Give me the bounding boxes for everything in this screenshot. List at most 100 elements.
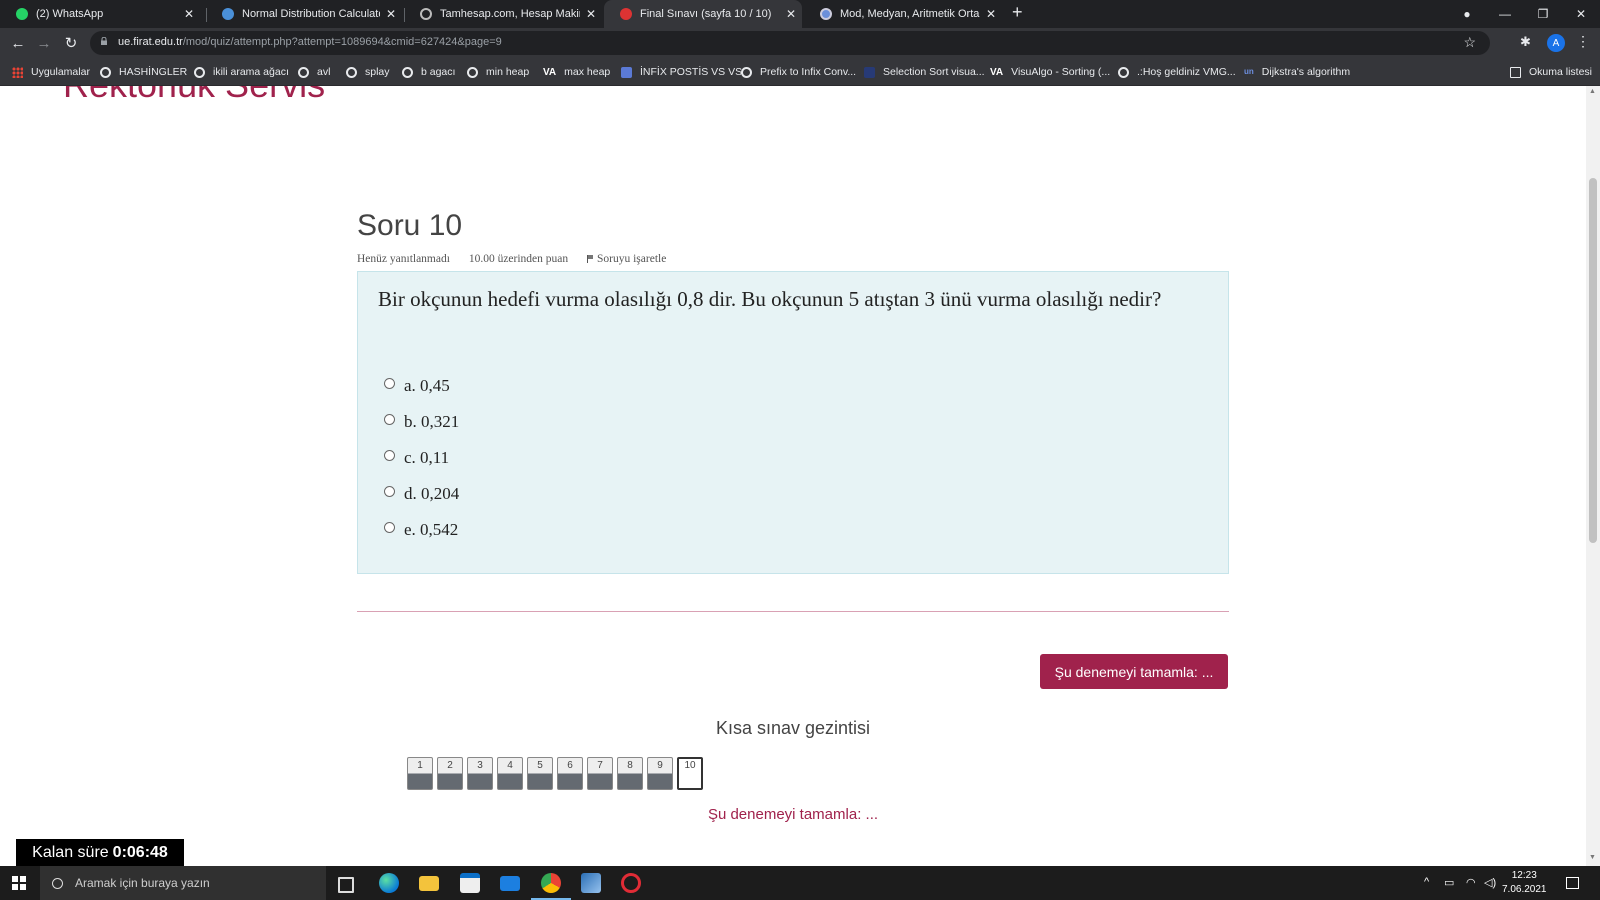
- quiz-nav-button-3[interactable]: 3: [467, 757, 493, 790]
- system-clock[interactable]: 12:23 7.06.2021: [1502, 869, 1547, 897]
- reading-list[interactable]: Okuma listesi: [1510, 58, 1592, 86]
- quiz-nav-button-5[interactable]: 5: [527, 757, 553, 790]
- quiz-nav-button-6[interactable]: 6: [557, 757, 583, 790]
- bookmark-infix-postfix[interactable]: İNFİX POSTİS VS VS: [621, 58, 742, 86]
- mail-icon[interactable]: [500, 876, 520, 891]
- visualgo-icon: VA: [543, 66, 557, 78]
- battery-icon[interactable]: ▭: [1444, 876, 1454, 889]
- finish-attempt-link[interactable]: Şu denemeyi tamamla: ...: [357, 806, 1229, 823]
- tray-chevron-icon[interactable]: ^: [1424, 876, 1429, 888]
- taskbar-search[interactable]: Aramak için buraya yazın: [40, 866, 326, 900]
- bookmark-prefix-to-infix[interactable]: Prefix to Infix Conv...: [741, 58, 856, 86]
- tab-mod-medyan[interactable]: Mod, Medyan, Aritmetik Ortalam… ✕: [804, 0, 1002, 28]
- globe-icon: [100, 66, 111, 78]
- close-icon[interactable]: ✕: [780, 7, 802, 21]
- forward-icon[interactable]: →: [33, 32, 55, 54]
- quiz-nav-button-1[interactable]: 1: [407, 757, 433, 790]
- quiz-timer: Kalan süre 0:06:48: [16, 839, 184, 866]
- bookmark-uygulamalar[interactable]: Uygulamalar: [12, 58, 90, 86]
- address-bar[interactable]: ue.firat.edu.tr/mod/quiz/attempt.php?att…: [90, 31, 1490, 55]
- bookmark-max-heap[interactable]: VA max heap: [543, 58, 610, 86]
- opera-icon[interactable]: [621, 873, 641, 893]
- tab-normal-distribution[interactable]: Normal Distribution Calculator | … ✕: [206, 0, 402, 28]
- bookmark-vmg[interactable]: .:Hoş geldiniz VMG...: [1118, 58, 1236, 86]
- media-control-icon[interactable]: ●: [1448, 0, 1486, 28]
- minimize-icon[interactable]: —: [1486, 0, 1524, 28]
- visualgo-icon: VA: [990, 66, 1004, 78]
- volume-icon[interactable]: ◁): [1484, 876, 1496, 889]
- wifi-icon[interactable]: ◠: [1466, 876, 1476, 889]
- radio-button[interactable]: [384, 521, 395, 533]
- page-scrollbar[interactable]: ▲ ▼: [1586, 86, 1600, 866]
- reload-icon[interactable]: ↻: [60, 32, 82, 54]
- edge-icon[interactable]: [379, 873, 399, 893]
- tab-whatsapp[interactable]: (2) WhatsApp ✕: [0, 0, 200, 28]
- answer-option-e[interactable]: e. 0,542: [384, 520, 458, 540]
- globe-icon: [194, 66, 205, 78]
- answer-option-b[interactable]: b. 0,321: [384, 412, 459, 432]
- radio-button[interactable]: [384, 449, 395, 461]
- question-box: Bir okçunun hedefi vurma olasılığı 0,8 d…: [357, 271, 1229, 574]
- bookmarks-bar: Uygulamalar HASHİNGLER ikili arama ağacı…: [0, 58, 1600, 86]
- store-icon[interactable]: [460, 873, 480, 893]
- site-title[interactable]: Rektörlük Servis: [63, 86, 325, 106]
- quiz-nav-button-10[interactable]: 10: [677, 757, 703, 790]
- scrollbar-thumb[interactable]: [1589, 178, 1597, 543]
- quiz-nav-button-8[interactable]: 8: [617, 757, 643, 790]
- bookmark-visualgo-sorting[interactable]: VA VisuAlgo - Sorting (...: [990, 58, 1110, 86]
- globe-icon: [346, 66, 357, 78]
- quiz-nav-button-9[interactable]: 9: [647, 757, 673, 790]
- notifications-icon[interactable]: [1566, 877, 1579, 889]
- extensions-icon[interactable]: ✱: [1520, 34, 1531, 50]
- bookmark-hashingler[interactable]: HASHİNGLER: [100, 58, 187, 86]
- task-view-icon[interactable]: [338, 877, 354, 893]
- divider: [357, 611, 1229, 612]
- profile-avatar[interactable]: A: [1547, 34, 1565, 52]
- back-icon[interactable]: ←: [7, 32, 29, 54]
- window-close-icon[interactable]: ✕: [1562, 0, 1600, 28]
- close-icon[interactable]: ✕: [178, 7, 200, 21]
- bookmark-selection-sort[interactable]: Selection Sort visua...: [864, 58, 985, 86]
- close-icon[interactable]: ✕: [380, 7, 402, 21]
- chrome-icon[interactable]: [531, 873, 571, 900]
- radio-button[interactable]: [384, 485, 395, 497]
- radio-button[interactable]: [384, 377, 395, 389]
- close-icon[interactable]: ✕: [580, 7, 602, 21]
- bookmark-avl[interactable]: avl: [298, 58, 330, 86]
- tab-tamhesap[interactable]: Tamhesap.com, Hesap Makinesi … ✕: [404, 0, 602, 28]
- bookmark-b-agaci[interactable]: b agacı: [402, 58, 455, 86]
- flag-question-link[interactable]: Soruyu işaretle: [587, 253, 682, 265]
- answer-option-c[interactable]: c. 0,11: [384, 448, 449, 468]
- app-icon[interactable]: [581, 873, 601, 893]
- radio-button[interactable]: [384, 413, 395, 425]
- browser-toolbar: ← → ↻ ue.firat.edu.tr/mod/quiz/attempt.p…: [0, 28, 1600, 58]
- restore-icon[interactable]: ❐: [1524, 0, 1562, 28]
- globe-icon: [1118, 66, 1129, 78]
- new-tab-button[interactable]: +: [1012, 2, 1023, 23]
- menu-icon[interactable]: ⋮: [1576, 33, 1590, 50]
- bookmark-min-heap[interactable]: min heap: [467, 58, 529, 86]
- bookmark-ikili-arama-agaci[interactable]: ikili arama ağacı: [194, 58, 289, 86]
- bookmark-splay[interactable]: splay: [346, 58, 390, 86]
- answer-option-a[interactable]: a. 0,45: [384, 376, 450, 396]
- scroll-down-icon[interactable]: ▼: [1589, 854, 1596, 861]
- bookmark-dijkstra[interactable]: un Dijkstra's algorithm: [1244, 58, 1350, 86]
- tab-final-sinavi[interactable]: Final Sınavı (sayfa 10 / 10) ✕: [604, 0, 802, 28]
- file-explorer-icon[interactable]: [419, 876, 439, 891]
- answer-option-d[interactable]: d. 0,204: [384, 484, 459, 504]
- windows-start-icon[interactable]: [12, 876, 26, 890]
- scroll-up-icon[interactable]: ▲: [1589, 88, 1596, 95]
- search-icon: [52, 877, 63, 889]
- quiz-navigation-title: Kısa sınav gezintisi: [715, 718, 871, 738]
- question-status: Henüz yanıtlanmadı: [357, 253, 450, 265]
- quiz-nav-button-4[interactable]: 4: [497, 757, 523, 790]
- question-info: Henüz yanıtlanmadı 10.00 üzerinden puan …: [357, 253, 698, 265]
- apps-grid-icon: [12, 66, 23, 78]
- finish-attempt-button[interactable]: Şu denemeyi tamamla: ...: [1040, 654, 1228, 689]
- quiz-nav-button-2[interactable]: 2: [437, 757, 463, 790]
- question-points: 10.00 üzerinden puan: [468, 253, 569, 265]
- close-icon[interactable]: ✕: [980, 7, 1002, 21]
- quiz-nav-button-7[interactable]: 7: [587, 757, 613, 790]
- bookmark-star-icon[interactable]: ☆: [1463, 34, 1476, 51]
- usfca-icon: un: [1244, 66, 1254, 76]
